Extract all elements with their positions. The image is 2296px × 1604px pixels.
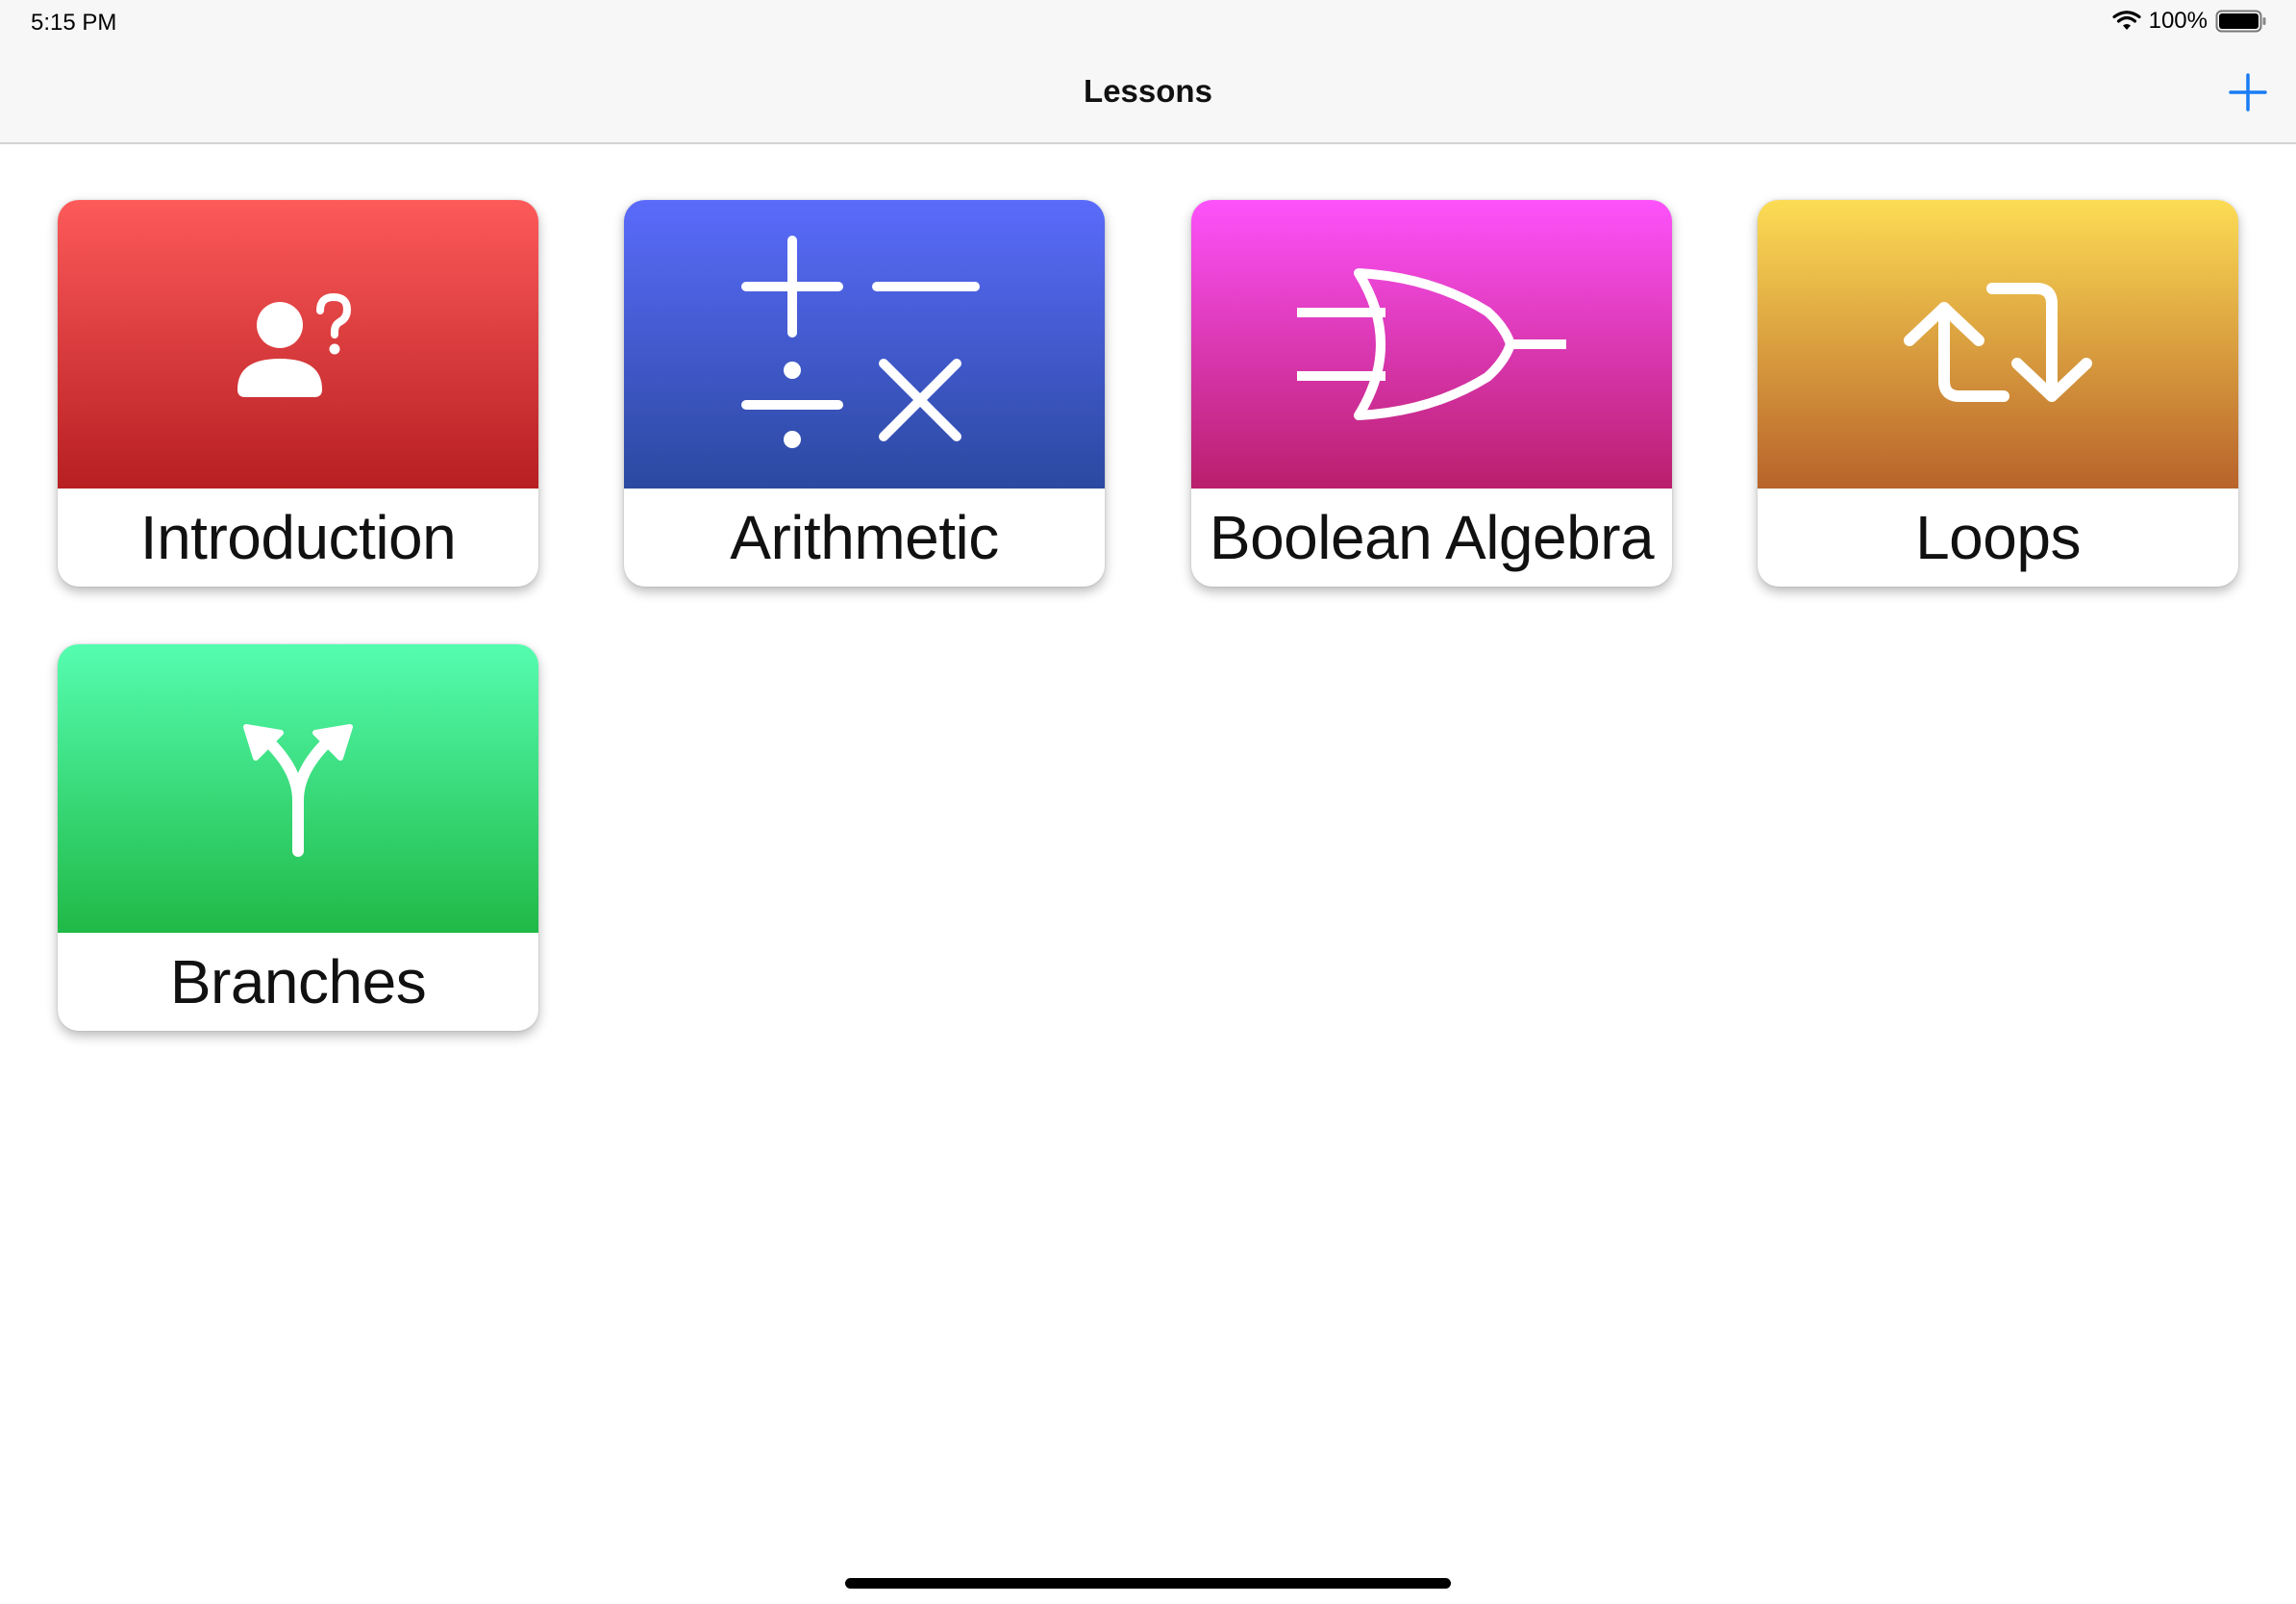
- or-gate-icon: [1297, 268, 1566, 420]
- lesson-card-loops[interactable]: Loops: [1758, 200, 2238, 587]
- wifi-icon: [2112, 11, 2141, 32]
- status-bar: 5:15 PM 100%: [0, 0, 2296, 44]
- lesson-card-banner: [1191, 200, 1672, 489]
- navigation-bar: Lessons: [0, 44, 2296, 144]
- lesson-card-arithmetic[interactable]: Arithmetic: [624, 200, 1105, 587]
- lesson-card-banner: [58, 200, 538, 489]
- arithmetic-operators-icon: [741, 236, 980, 448]
- battery-icon: [2215, 10, 2267, 33]
- add-lesson-button[interactable]: [2225, 69, 2271, 115]
- lesson-card-banner: [624, 200, 1105, 489]
- lesson-card-label: Introduction: [139, 503, 457, 572]
- lesson-card-introduction[interactable]: Introduction: [58, 200, 538, 587]
- page-title: Lessons: [1084, 73, 1212, 109]
- lesson-card-label: Arithmetic: [730, 503, 999, 572]
- person-question-icon: [237, 292, 352, 397]
- plus-icon: [2229, 73, 2267, 112]
- lesson-card-label: Branches: [169, 947, 427, 1016]
- lesson-card-banner: [1758, 200, 2238, 489]
- status-indicators: 100%: [2112, 8, 2267, 35]
- lesson-card-boolean-algebra[interactable]: Boolean Algebra: [1191, 200, 1672, 587]
- lesson-card-label: Loops: [1915, 503, 2081, 572]
- lessons-screen: 5:15 PM 100% Lessons Introduction Arithm…: [0, 0, 2296, 1604]
- lesson-card-label: Boolean Algebra: [1209, 503, 1655, 572]
- lesson-card-branches[interactable]: Branches: [58, 644, 538, 1031]
- branch-arrows-icon: [243, 724, 353, 857]
- home-indicator[interactable]: [845, 1578, 1451, 1589]
- battery-percentage: 100%: [2148, 8, 2208, 34]
- status-time: 5:15 PM: [31, 10, 117, 36]
- loop-arrows-icon: [1904, 283, 2092, 402]
- lesson-card-banner: [58, 644, 538, 933]
